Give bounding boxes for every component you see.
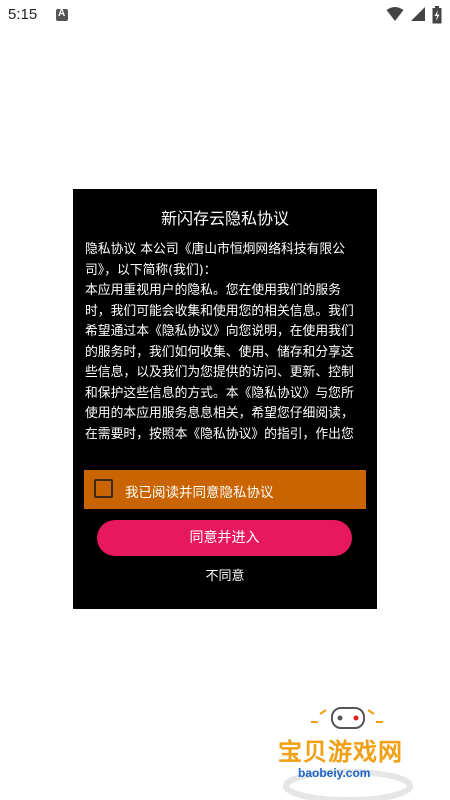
- status-time: 5:15: [8, 6, 38, 23]
- status-bar: 5:15 A: [0, 0, 450, 32]
- dialog-title: 新闪存云隐私协议: [160, 209, 289, 228]
- notification-letter: A: [58, 8, 66, 19]
- agree-checkbox-row[interactable]: 我已阅读并同意隐私协议: [84, 470, 366, 509]
- disagree-button[interactable]: 不同意: [73, 565, 377, 584]
- agree-checkbox[interactable]: [94, 479, 113, 498]
- agree-button[interactable]: 同意并进入: [97, 520, 352, 556]
- watermark-text: 宝贝游戏网: [278, 738, 403, 766]
- wifi-icon: [386, 7, 404, 21]
- watermark-logo: 宝贝游戏网 baobeiy.com: [270, 700, 430, 800]
- agree-checkbox-label: 我已阅读并同意隐私协议: [125, 485, 274, 501]
- signal-icon: [411, 7, 425, 21]
- privacy-dialog: 新闪存云隐私协议 隐私协议 本公司《唐山市恒炯网络科技有限公司》，以下简称(我们…: [73, 189, 377, 609]
- battery-icon: [432, 6, 442, 24]
- watermark-url: baobeiy.com: [298, 766, 371, 780]
- notification-icon: A: [56, 8, 68, 21]
- policy-text[interactable]: 隐私协议 本公司《唐山市恒炯网络科技有限公司》，以下简称(我们)： 本应用重视用…: [85, 240, 365, 445]
